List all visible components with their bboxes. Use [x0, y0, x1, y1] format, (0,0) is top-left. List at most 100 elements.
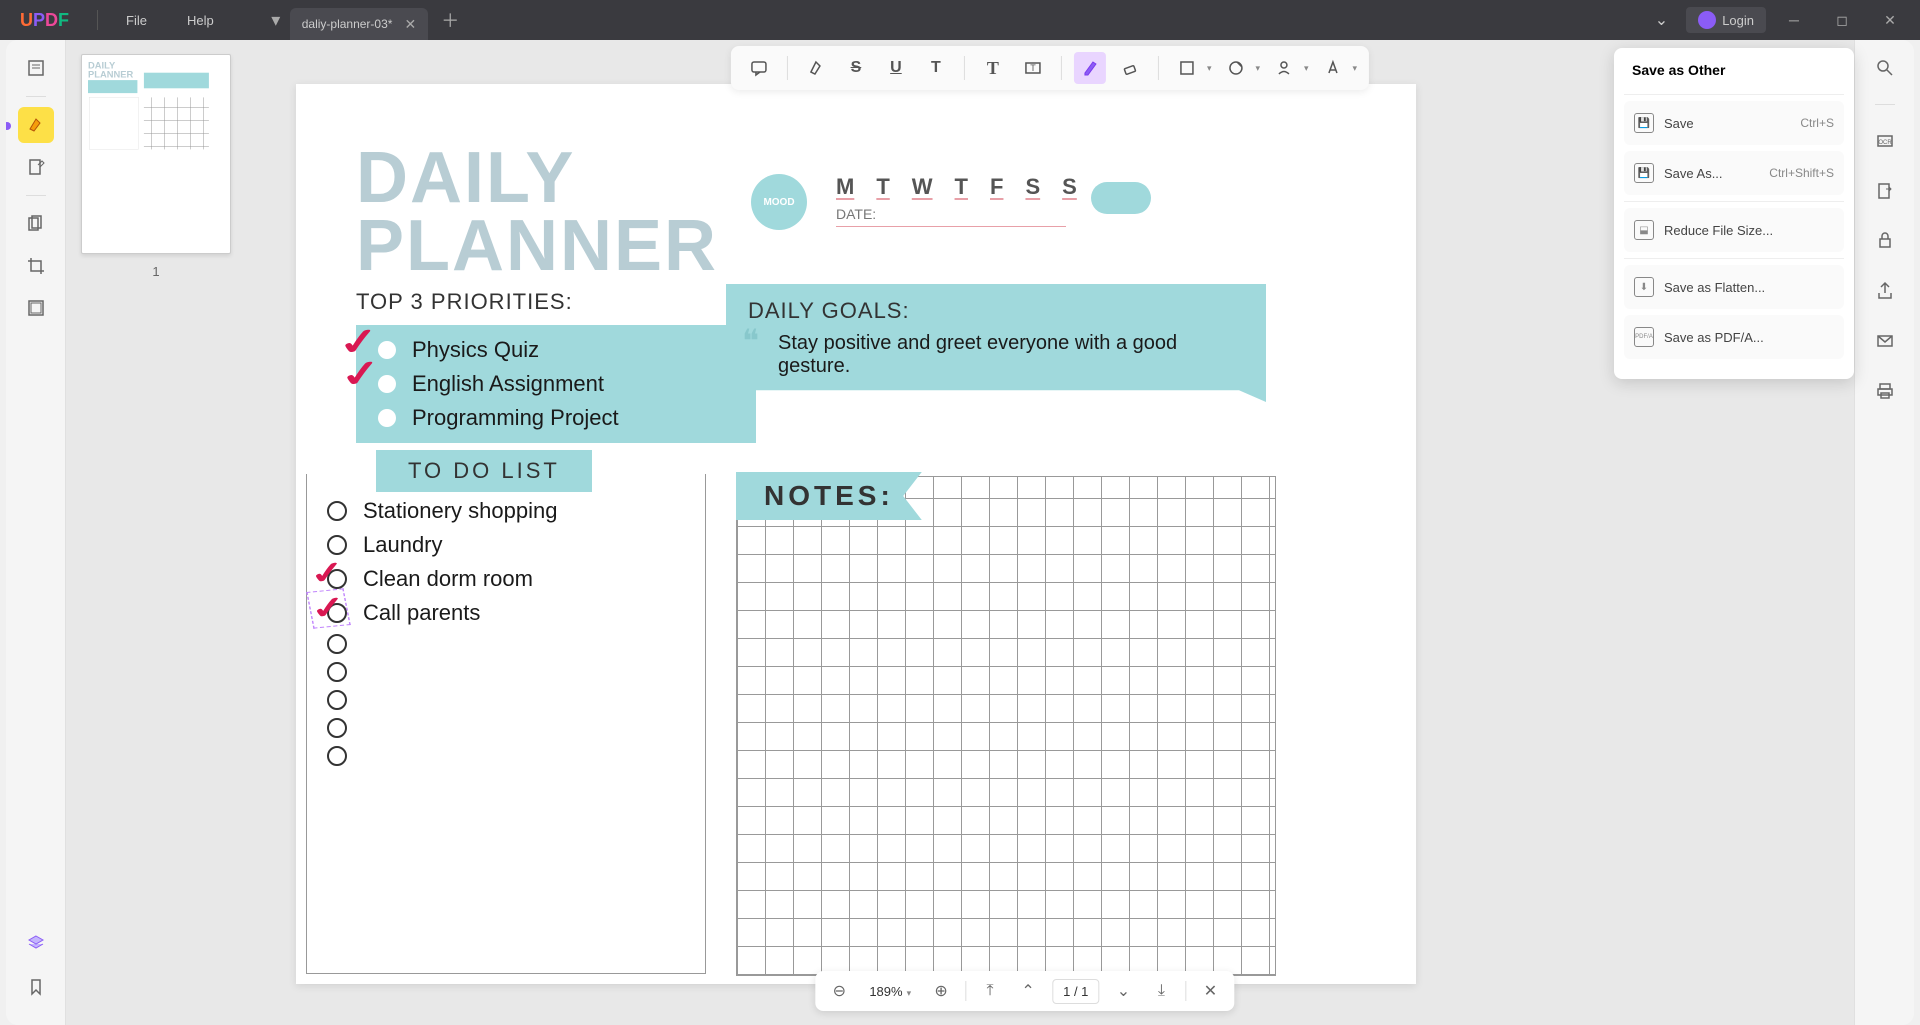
- zoom-out-button[interactable]: ⊖: [825, 977, 853, 1005]
- highlight-tool-button[interactable]: [18, 107, 54, 143]
- priority-text: English Assignment: [412, 371, 604, 397]
- comment-tool-button[interactable]: [743, 52, 775, 84]
- todo-item: Call parents: [327, 596, 685, 630]
- share-button[interactable]: [1867, 273, 1903, 309]
- eraser-tool-button[interactable]: [1114, 52, 1146, 84]
- bullet-icon: [378, 409, 396, 427]
- circle-icon: [327, 718, 347, 738]
- goals-heading: DAILY GOALS:: [748, 298, 1244, 324]
- checkmark-annotation[interactable]: ✓: [307, 554, 349, 592]
- left-toolbar-bottom: [18, 925, 54, 1005]
- separator: [1624, 258, 1844, 259]
- circle-icon: [327, 746, 347, 766]
- zoom-level[interactable]: 189%▾: [863, 984, 917, 999]
- todo-box: ✓ ✓ Stationery shopping Laundry Clean do…: [306, 474, 706, 974]
- tab-close-icon[interactable]: ✕: [404, 16, 416, 33]
- page-navigator: ⊖ 189%▾ ⊕ ⤒ ⌃ 1 / 1 ⌄ ⤓ ✕: [815, 971, 1234, 1011]
- form-tool-button[interactable]: [18, 290, 54, 326]
- todo-text: Clean dorm room: [363, 566, 533, 592]
- help-menu[interactable]: Help: [167, 13, 234, 28]
- text-tool-button[interactable]: T: [977, 52, 1009, 84]
- close-button[interactable]: ✕: [1870, 0, 1910, 40]
- print-button[interactable]: [1867, 373, 1903, 409]
- separator: [26, 96, 46, 97]
- todo-item: [327, 630, 685, 658]
- compress-icon: ⬓: [1634, 220, 1654, 240]
- textbox-tool-button[interactable]: T: [1017, 52, 1049, 84]
- first-page-button[interactable]: ⤒: [976, 977, 1004, 1005]
- shortcut-label: Ctrl+S: [1800, 116, 1834, 130]
- email-button[interactable]: [1867, 323, 1903, 359]
- pencil-tool-button[interactable]: [1074, 52, 1106, 84]
- edit-tool-button[interactable]: [18, 149, 54, 185]
- ocr-button[interactable]: OCR: [1867, 123, 1903, 159]
- minimize-button[interactable]: ─: [1774, 0, 1814, 40]
- separator: [1061, 56, 1062, 80]
- file-menu[interactable]: File: [106, 13, 167, 28]
- date-field: DATE:: [836, 206, 1066, 227]
- tab-active[interactable]: daliy-planner-03* ✕: [290, 8, 428, 40]
- separator: [787, 56, 788, 80]
- save-as-label: Save As...: [1664, 166, 1723, 181]
- goals-box: DAILY GOALS: ❝ Stay positive and greet e…: [726, 284, 1266, 402]
- titlebar-right: ⌄ Login ─ ◻ ✕: [1645, 0, 1920, 40]
- highlight-text-button[interactable]: [800, 52, 832, 84]
- save-button[interactable]: 💾 Save Ctrl+S: [1624, 101, 1844, 145]
- login-button[interactable]: Login: [1686, 7, 1766, 33]
- crop-tool-button[interactable]: [18, 248, 54, 284]
- bookmark-button[interactable]: [18, 969, 54, 1005]
- document-page: DAILYPLANNER TOP 3 PRIORITIES: MOOD M T …: [296, 84, 1416, 984]
- reader-mode-button[interactable]: [18, 50, 54, 86]
- reduce-file-size-button[interactable]: ⬓ Reduce File Size...: [1624, 208, 1844, 252]
- circle-icon: [327, 690, 347, 710]
- checkmark-annotation[interactable]: ✓: [336, 351, 386, 397]
- next-page-button[interactable]: ⌄: [1109, 977, 1137, 1005]
- page-thumbnail[interactable]: DAILYPLANNER: [81, 54, 231, 254]
- todo-item: [327, 658, 685, 686]
- layers-button[interactable]: [18, 925, 54, 961]
- zoom-in-button[interactable]: ⊕: [927, 977, 955, 1005]
- svg-text:OCR: OCR: [1878, 140, 1892, 146]
- titlebar-chevron-down-icon[interactable]: ⌄: [1645, 4, 1678, 36]
- priority-text: Programming Project: [412, 405, 619, 431]
- squiggly-button[interactable]: T: [920, 52, 952, 84]
- search-button[interactable]: [1867, 50, 1903, 86]
- right-toolbar: OCR: [1854, 40, 1914, 1025]
- todo-item: [327, 714, 685, 742]
- prev-page-button[interactable]: ⌃: [1014, 977, 1042, 1005]
- separator: [964, 56, 965, 80]
- save-flatten-button[interactable]: ⬇ Save as Flatten...: [1624, 265, 1844, 309]
- export-button[interactable]: [1867, 173, 1903, 209]
- chevron-down-icon[interactable]: ▾: [1304, 63, 1309, 74]
- shape-tool-button[interactable]: [1171, 52, 1203, 84]
- day-w: W: [912, 174, 933, 200]
- chevron-down-icon: ▾: [907, 988, 912, 998]
- save-as-button[interactable]: 💾 Save As... Ctrl+Shift+S: [1624, 151, 1844, 195]
- chevron-down-icon[interactable]: ▾: [1207, 63, 1212, 74]
- maximize-button[interactable]: ◻: [1822, 0, 1862, 40]
- signature-tool-button[interactable]: [1268, 52, 1300, 84]
- tab-bar: ▾ daliy-planner-03* ✕ ＋: [254, 0, 464, 40]
- page-indicator[interactable]: 1 / 1: [1052, 979, 1099, 1004]
- day-t: T: [876, 174, 889, 200]
- canvas-area[interactable]: S U T T T ▾ ▾ ▾ ▾ DAILYPLANNER TOP 3 PRI…: [246, 40, 1854, 1025]
- avatar-icon: [1698, 11, 1716, 29]
- save-pdfa-button[interactable]: PDF/A Save as PDF/A...: [1624, 315, 1844, 359]
- sticker-tool-button[interactable]: [1317, 52, 1349, 84]
- close-nav-button[interactable]: ✕: [1196, 977, 1224, 1005]
- underline-button[interactable]: U: [880, 52, 912, 84]
- svg-text:T: T: [1030, 63, 1036, 73]
- last-page-button[interactable]: ⤓: [1147, 977, 1175, 1005]
- pages-tool-button[interactable]: [18, 206, 54, 242]
- protect-button[interactable]: [1867, 223, 1903, 259]
- separator: [1624, 94, 1844, 95]
- divider: [97, 10, 98, 30]
- stamp-tool-button[interactable]: [1219, 52, 1251, 84]
- chevron-down-icon[interactable]: ▾: [1255, 63, 1260, 74]
- chevron-down-icon[interactable]: ▾: [1353, 63, 1358, 74]
- tab-dropdown[interactable]: ▾: [262, 6, 290, 34]
- checkmark-annotation-selected[interactable]: ✓: [306, 588, 351, 628]
- todo-item: Laundry: [327, 528, 685, 562]
- tab-new-button[interactable]: ＋: [436, 6, 464, 34]
- strikethrough-button[interactable]: S: [840, 52, 872, 84]
